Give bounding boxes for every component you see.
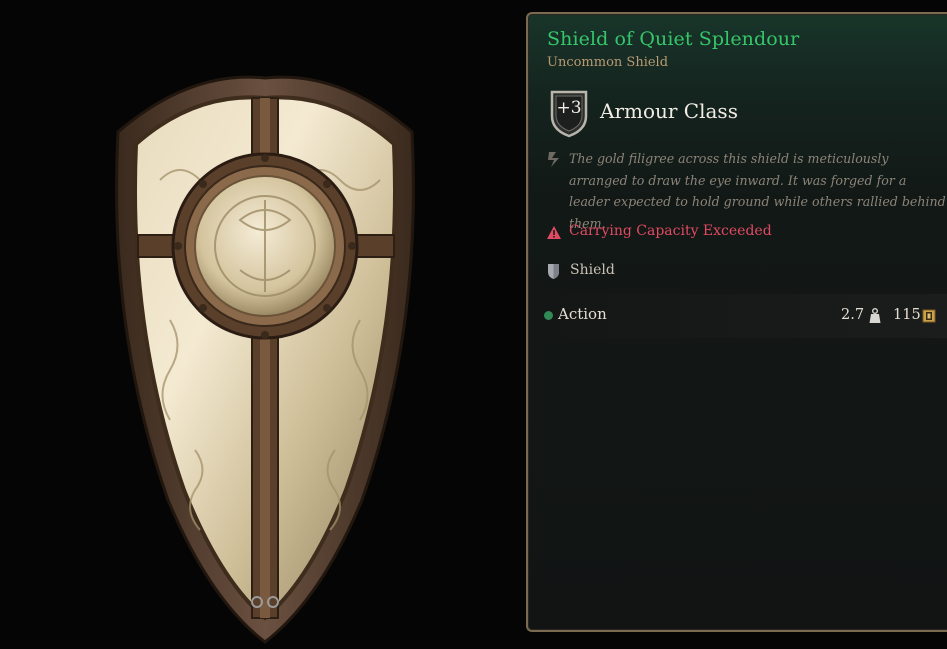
item-weight: 2.7 <box>841 307 865 323</box>
item-category: Shield <box>570 262 615 278</box>
item-rarity-type: Uncommon Shield <box>547 55 669 70</box>
shield-item-image <box>115 75 415 644</box>
armour-class-value: +3 <box>556 98 582 118</box>
warning-icon <box>547 226 561 239</box>
carrying-capacity-warning: Carrying Capacity Exceeded <box>569 223 772 239</box>
quill-icon <box>548 152 559 167</box>
item-name: Shield of Quiet Splendour <box>547 28 800 50</box>
armour-class-label: Armour Class <box>600 99 738 123</box>
item-price: 115 <box>893 307 921 323</box>
gold-coin-icon <box>922 309 936 323</box>
item-tooltip-panel: Shield of Quiet Splendour Uncommon Shiel… <box>526 12 947 632</box>
shield-icon <box>548 264 559 279</box>
weight-icon <box>869 308 881 323</box>
action-indicator-icon <box>544 311 553 320</box>
action-cost-label: Action <box>558 305 607 323</box>
item-description: The gold filigree across this shield is … <box>569 151 946 231</box>
game-screen: Shield of Quiet Splendour Uncommon Shiel… <box>0 0 947 649</box>
